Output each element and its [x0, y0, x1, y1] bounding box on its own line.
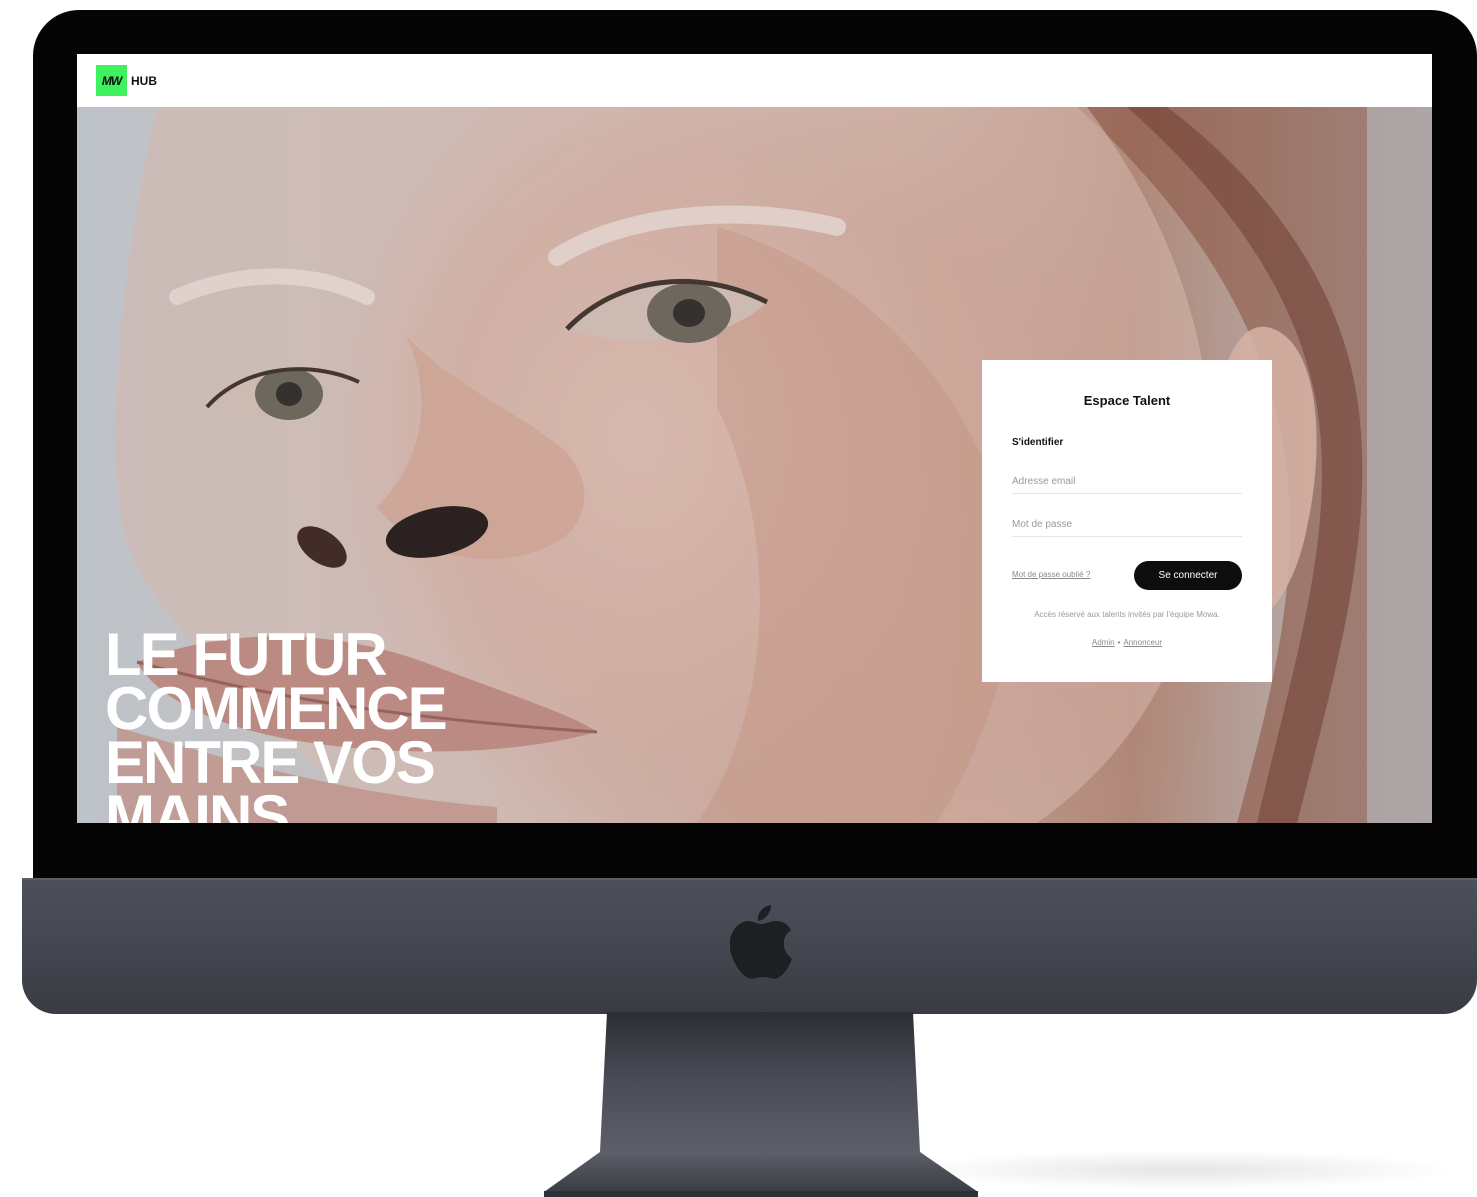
headline-line: COMMENCE: [105, 675, 448, 742]
apple-icon: [730, 905, 792, 979]
imac-device: MW HUB LE FUTUR COMMENCE ENTRE VOS MAINS…: [0, 0, 1477, 1197]
access-note: Accès réservé aux talents invités par l'…: [1034, 610, 1220, 619]
hero-section: LE FUTUR COMMENCE ENTRE VOS MAINS Espace…: [77, 107, 1432, 823]
email-field[interactable]: [1012, 470, 1242, 494]
login-card: Espace Talent S'identifier Mot de passe …: [982, 360, 1272, 682]
admin-link[interactable]: Admin: [1092, 638, 1115, 647]
headline-line: ENTRE VOS: [105, 729, 436, 796]
hub-logo[interactable]: MW HUB: [96, 65, 157, 96]
floor-shadow: [900, 1150, 1460, 1190]
hero-headline: LE FUTUR COMMENCE ENTRE VOS MAINS: [105, 621, 625, 824]
logo-text: HUB: [131, 73, 157, 88]
site-header: MW HUB: [77, 54, 1432, 107]
login-subtitle: S'identifier: [1012, 437, 1064, 448]
browser-screen: MW HUB LE FUTUR COMMENCE ENTRE VOS MAINS…: [77, 54, 1432, 823]
advertiser-link[interactable]: Annonceur: [1123, 638, 1162, 647]
role-links: Admin • Annonceur: [982, 638, 1272, 647]
forgot-password-link[interactable]: Mot de passe oublié ?: [1012, 570, 1090, 579]
password-field[interactable]: [1012, 513, 1242, 537]
login-button[interactable]: Se connecter: [1134, 561, 1242, 590]
mw-logo-mark: MW: [96, 65, 127, 96]
login-title: Espace Talent: [1083, 393, 1171, 408]
headline-line: LE FUTUR: [105, 621, 388, 688]
link-separator: •: [1117, 638, 1121, 647]
